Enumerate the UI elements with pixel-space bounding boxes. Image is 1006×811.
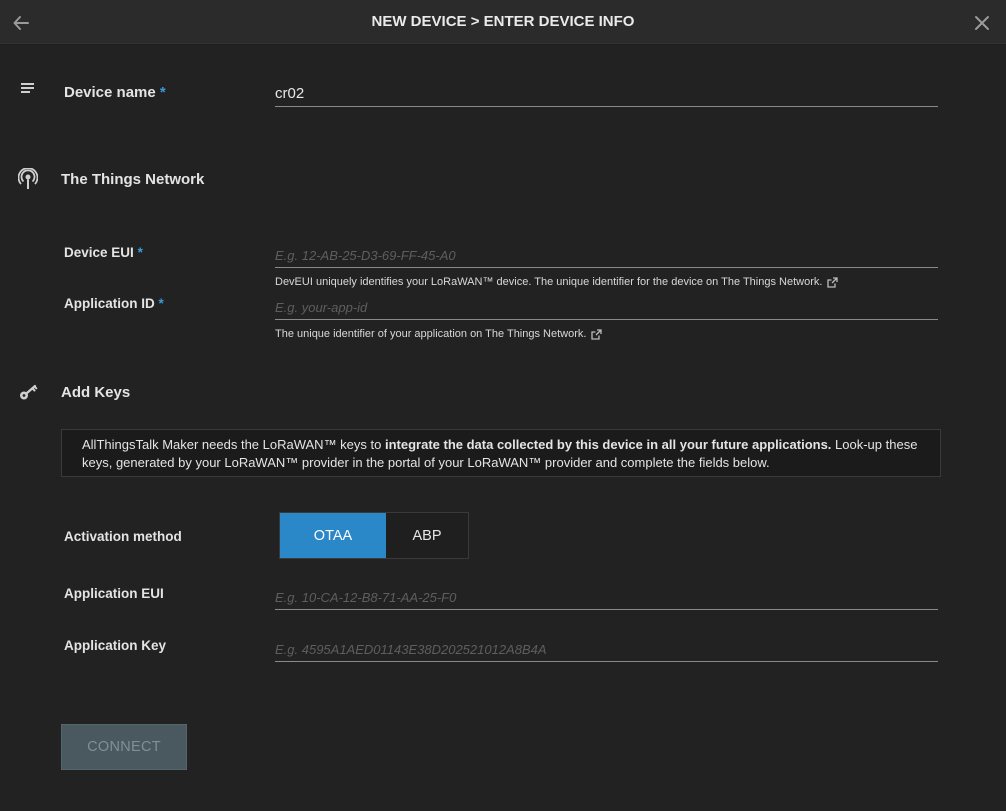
device-eui-label: Device EUI * (64, 245, 143, 260)
application-id-input[interactable] (275, 294, 938, 319)
application-id-label: Application ID * (64, 296, 164, 311)
application-key-label: Application Key (64, 638, 167, 653)
dialog-title: NEW DEVICE > ENTER DEVICE INFO (371, 13, 635, 30)
otaa-option[interactable]: OTAA (280, 513, 386, 558)
close-icon[interactable] (968, 9, 996, 37)
application-key-input[interactable] (275, 636, 938, 661)
external-link-icon[interactable] (591, 328, 603, 340)
application-id-help: The unique identifier of your applicatio… (275, 328, 603, 340)
device-eui-input[interactable] (275, 242, 938, 267)
application-id-field[interactable] (275, 294, 938, 320)
connect-button[interactable]: CONNECT (61, 724, 187, 770)
device-name-field[interactable] (275, 81, 938, 107)
dialog-header: NEW DEVICE > ENTER DEVICE INFO (0, 0, 1006, 44)
device-name-label: Device name * (64, 84, 166, 101)
dialog-body: Device name * The Things Network Device … (0, 45, 1006, 811)
required-mark: * (137, 245, 143, 260)
abp-option[interactable]: ABP (386, 513, 468, 558)
activation-method-toggle: OTAA ABP (279, 512, 469, 559)
info-emphasis: integrate the data collected by this dev… (384, 437, 832, 452)
device-name-input[interactable] (275, 81, 938, 106)
key-icon (19, 383, 39, 406)
ttn-section-title: The Things Network (61, 171, 205, 188)
required-mark: * (159, 84, 166, 101)
application-eui-field[interactable] (275, 584, 938, 610)
device-eui-field[interactable] (275, 242, 938, 268)
application-eui-label: Application EUI (64, 586, 164, 601)
antenna-icon (17, 167, 39, 195)
activation-method-label: Activation method (64, 529, 182, 544)
device-eui-help: DevEUI uniquely identifies your LoRaWAN™… (275, 276, 839, 288)
lines-icon (20, 82, 36, 101)
external-link-icon[interactable] (827, 276, 839, 288)
application-key-field[interactable] (275, 636, 938, 662)
required-mark: * (158, 296, 164, 311)
keys-section-title: Add Keys (61, 384, 131, 401)
keys-info-box: AllThingsTalk Maker needs the LoRaWAN™ k… (61, 429, 941, 477)
application-eui-input[interactable] (275, 584, 938, 609)
